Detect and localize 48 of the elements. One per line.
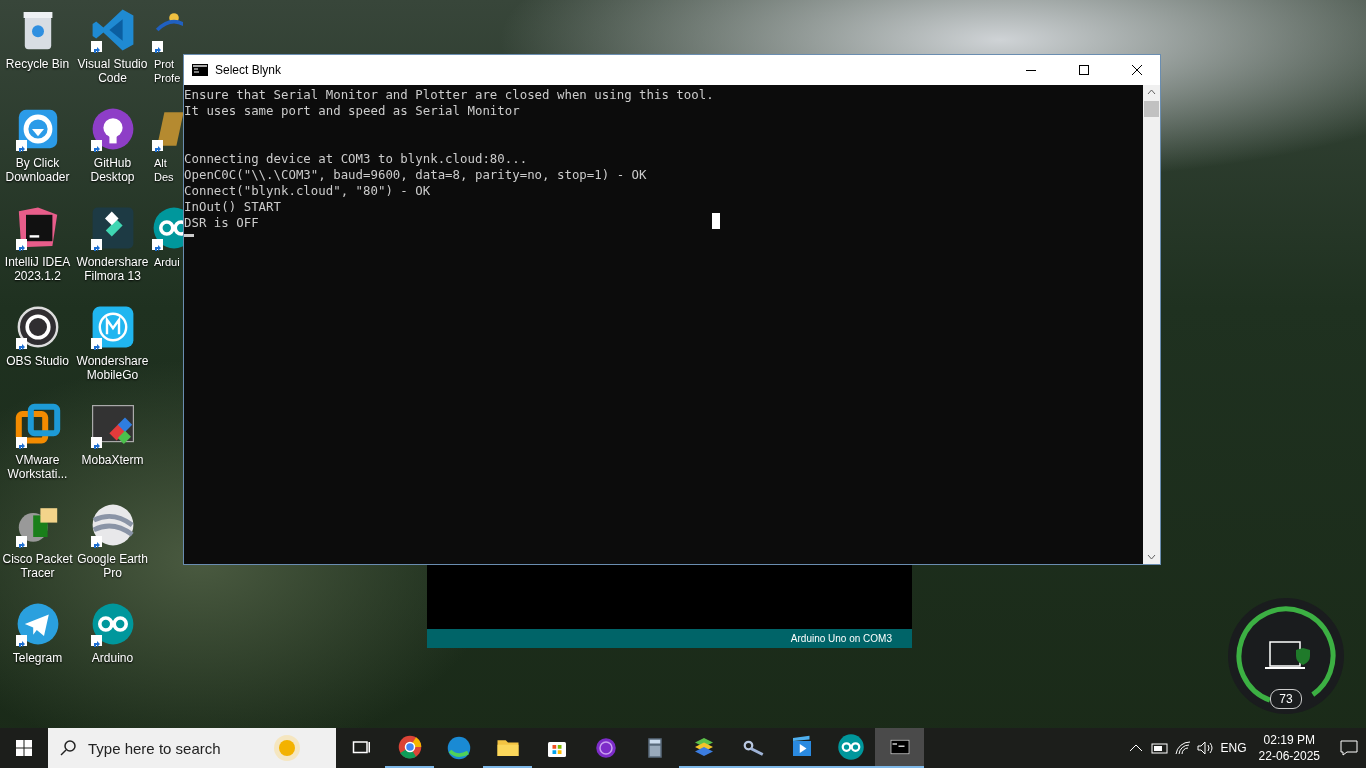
console-icon bbox=[192, 64, 208, 76]
icon-label: Wondershare Filmora 13 bbox=[75, 255, 150, 283]
close-icon bbox=[1132, 65, 1142, 75]
icon-label: Telegram bbox=[11, 651, 64, 665]
text-cursor bbox=[184, 234, 194, 237]
window-title: Select Blynk bbox=[215, 63, 283, 77]
taskbar-app-button[interactable] bbox=[875, 728, 924, 768]
wifi-icon[interactable] bbox=[1174, 741, 1191, 755]
console-line: It uses same port and speed as Serial Monitor bbox=[184, 103, 520, 119]
console-line: Ensure that Serial Monitor and Plotter are closed when using this tool. bbox=[184, 87, 714, 103]
icon-label: Ardui bbox=[153, 255, 181, 269]
console-line: Connect("blynk.cloud", "80") - OK bbox=[184, 183, 431, 199]
volume-icon[interactable] bbox=[1196, 741, 1215, 755]
icon-label: Alt Des bbox=[153, 156, 175, 184]
icon-label: IntelliJ IDEA 2023.1.2 bbox=[3, 255, 72, 283]
icon-label: Recycle Bin bbox=[4, 57, 71, 71]
vertical-scrollbar[interactable] bbox=[1143, 85, 1160, 564]
chevron-up-icon[interactable] bbox=[1128, 744, 1143, 752]
icon-label: Visual Studio Code bbox=[76, 57, 149, 85]
console-line: Connecting device at COM3 to blynk.cloud:80... bbox=[184, 151, 528, 167]
search-field[interactable]: Type here to search bbox=[86, 738, 260, 758]
search-bar[interactable]: Type here to search bbox=[48, 728, 336, 768]
board-port-text: Arduino Uno on COM3 bbox=[790, 633, 892, 644]
icon-label: Arduino bbox=[90, 651, 135, 665]
score-badge: 73 bbox=[1270, 689, 1302, 709]
icon-label: By Click Downloader bbox=[4, 156, 71, 184]
language-indicator[interactable]: ENG bbox=[1220, 741, 1247, 755]
notification-icon[interactable] bbox=[1340, 740, 1358, 756]
icon-label: Cisco Packet Tracer bbox=[1, 552, 74, 580]
icon-label: Prot Profe bbox=[153, 57, 182, 85]
maximize-icon bbox=[1079, 65, 1089, 75]
windows-logo-icon bbox=[16, 740, 32, 756]
console-line: DSR is OFF bbox=[184, 215, 259, 231]
icon-label: OBS Studio bbox=[5, 354, 70, 368]
icon-label: GitHub Desktop bbox=[89, 156, 136, 184]
icon-label: VMware Workstati... bbox=[6, 453, 69, 481]
console-line: InOut() START bbox=[184, 199, 281, 215]
icon-label: MobaXterm bbox=[80, 453, 145, 467]
console-line: OpenC0C("\\.\COM3", baud=9600, data=8, parity=no, stop=1) - OK bbox=[184, 167, 647, 183]
block-cursor bbox=[712, 213, 720, 229]
icon-label: Wondershare MobileGo bbox=[75, 354, 150, 382]
scrollbar-thumb[interactable] bbox=[1144, 101, 1159, 117]
search-icon bbox=[60, 740, 76, 756]
icon-label: Google Earth Pro bbox=[76, 552, 149, 580]
clock[interactable]: 02:19 PM 22-06-2025 bbox=[1258, 732, 1320, 764]
battery-icon[interactable] bbox=[1148, 742, 1169, 754]
minimize-icon bbox=[1026, 69, 1036, 71]
arduino-icon bbox=[835, 732, 866, 762]
